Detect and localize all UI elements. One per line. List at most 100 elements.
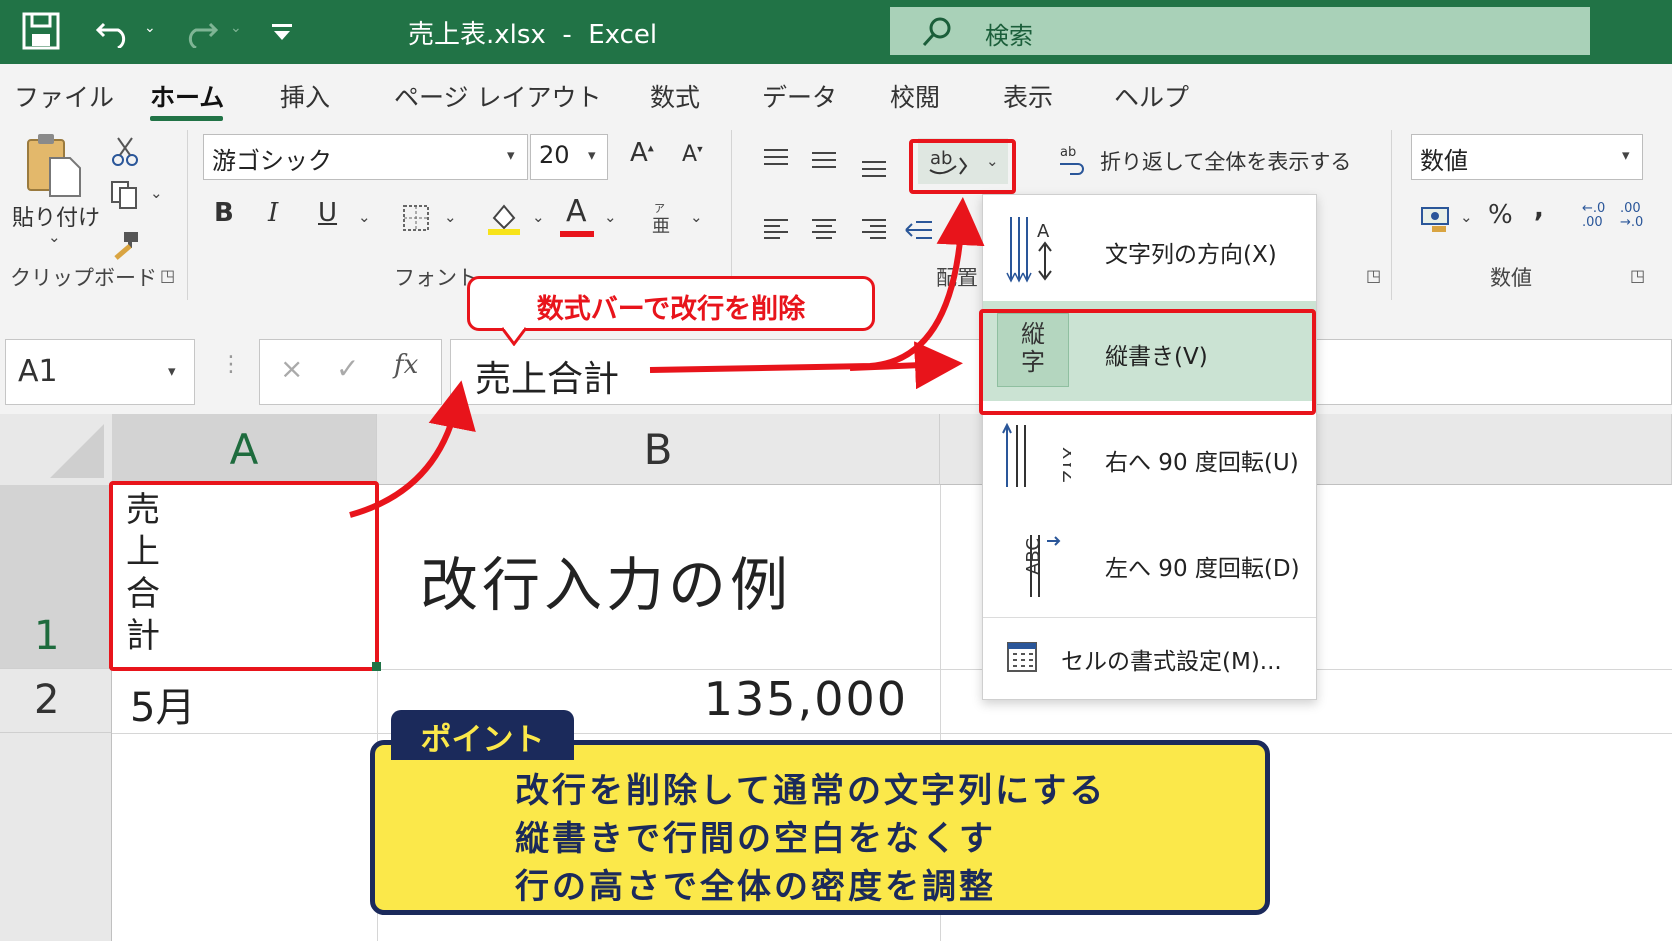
font-size-combo[interactable]: 20 bbox=[530, 134, 608, 180]
fill-color-dropdown-icon[interactable]: ⌄ bbox=[532, 208, 545, 226]
alignment-launcher-icon[interactable]: ◳ bbox=[1366, 266, 1381, 285]
active-tab-indicator bbox=[150, 116, 223, 121]
name-box[interactable]: A1 ▾ bbox=[5, 339, 195, 405]
wrap-text-button[interactable]: 折り返して全体を表示する bbox=[1100, 146, 1351, 176]
borders-icon[interactable] bbox=[402, 204, 430, 232]
bold-button[interactable]: B bbox=[214, 198, 234, 228]
font-color-dropdown-icon[interactable]: ⌄ bbox=[604, 208, 617, 226]
shrink-font-button[interactable]: A▾ bbox=[682, 142, 703, 167]
menu-page-layout[interactable]: ページ レイアウト bbox=[394, 78, 601, 114]
insert-function-icon[interactable]: fx bbox=[394, 350, 418, 380]
accounting-format-icon[interactable] bbox=[1420, 204, 1454, 234]
row-header-1-label: 1 bbox=[34, 613, 60, 659]
cell-a2[interactable]: 5月 bbox=[130, 675, 195, 733]
cancel-icon[interactable]: × bbox=[280, 352, 303, 385]
menu-item-rotate-right[interactable]: XYZ 右へ 90 度回転(U) bbox=[983, 401, 1316, 511]
formula-bar-grip-icon[interactable]: ⋮ bbox=[220, 352, 242, 377]
number-format-combo[interactable]: 数値 bbox=[1411, 134, 1643, 180]
italic-button[interactable]: I bbox=[268, 198, 278, 228]
font-group-label: フォント bbox=[394, 266, 478, 290]
orientation-menu: A 文字列の方向(X) 縦字 縦書き(V) XYZ 右へ 90 度回転(U) A… bbox=[982, 194, 1317, 700]
number-format-dropdown-icon[interactable]: ▾ bbox=[1622, 146, 1630, 164]
clipboard-launcher-icon[interactable]: ◳ bbox=[160, 266, 175, 285]
menu-item-format-cells[interactable]: セルの書式設定(M)... bbox=[983, 618, 1316, 698]
align-center-icon[interactable] bbox=[810, 218, 838, 242]
font-name-dropdown-icon[interactable]: ▾ bbox=[507, 146, 515, 164]
menu-item-label: 左へ 90 度回転(D) bbox=[1105, 556, 1300, 582]
menu-insert[interactable]: 挿入 bbox=[280, 78, 330, 114]
redo-icon[interactable] bbox=[182, 14, 218, 48]
align-left-icon[interactable] bbox=[762, 218, 790, 242]
redo-dropdown-icon[interactable]: ⌄ bbox=[230, 20, 242, 36]
font-name-combo[interactable]: 游ゴシック bbox=[203, 134, 528, 180]
cell-b1[interactable]: 改行入力の例 bbox=[420, 538, 792, 622]
ribbon-separator bbox=[187, 130, 188, 300]
paste-dropdown-icon[interactable]: ⌄ bbox=[48, 228, 61, 246]
phonetic-dropdown-icon[interactable]: ⌄ bbox=[690, 208, 703, 226]
highlight-cell-a1 bbox=[109, 481, 379, 671]
top-align-icon[interactable] bbox=[762, 148, 790, 168]
search-box[interactable]: 検索 bbox=[890, 7, 1590, 55]
menu-home[interactable]: ホーム bbox=[150, 78, 224, 114]
format-painter-icon[interactable] bbox=[112, 230, 142, 260]
enter-icon[interactable]: ✓ bbox=[336, 352, 359, 385]
menu-view[interactable]: 表示 bbox=[1003, 78, 1053, 114]
menu-file[interactable]: ファイル bbox=[14, 78, 114, 114]
menu-item-label: 右へ 90 度回転(U) bbox=[1105, 450, 1299, 476]
customize-toolbar-icon[interactable] bbox=[270, 22, 294, 42]
accounting-dropdown-icon[interactable]: ⌄ bbox=[1460, 208, 1473, 226]
font-color-icon: A bbox=[566, 194, 587, 229]
phonetic-guide-icon[interactable]: ア 亜 bbox=[650, 200, 674, 234]
point-line-2: 縦書きで行間の空白をなくす bbox=[515, 819, 996, 859]
undo-dropdown-icon[interactable]: ⌄ bbox=[144, 20, 156, 36]
underline-button[interactable]: U bbox=[318, 198, 337, 228]
comma-button[interactable]: , bbox=[1534, 194, 1544, 224]
row-header-1[interactable]: 1 bbox=[0, 485, 112, 669]
search-icon bbox=[922, 17, 951, 47]
underline-dropdown-icon[interactable]: ⌄ bbox=[358, 208, 371, 226]
middle-align-icon[interactable] bbox=[810, 150, 838, 170]
row-header-2[interactable]: 2 bbox=[0, 669, 112, 733]
decrease-decimal-button[interactable]: .00 →.0 bbox=[1620, 202, 1648, 230]
save-icon[interactable] bbox=[22, 12, 60, 50]
name-box-dropdown-icon[interactable]: ▾ bbox=[168, 362, 176, 380]
cut-icon[interactable] bbox=[110, 136, 140, 168]
font-size-dropdown-icon[interactable]: ▾ bbox=[588, 146, 596, 164]
undo-icon[interactable] bbox=[96, 14, 132, 48]
increase-decimal-button[interactable]: ←.0 .00 bbox=[1582, 202, 1610, 230]
svg-text:ABC: ABC bbox=[1023, 538, 1044, 575]
number-launcher-icon[interactable]: ◳ bbox=[1630, 266, 1645, 285]
gridline bbox=[112, 733, 1672, 734]
decrease-indent-icon[interactable] bbox=[904, 218, 934, 242]
number-group-label: 数値 bbox=[1490, 266, 1532, 290]
menu-help[interactable]: ヘルプ bbox=[1114, 78, 1189, 114]
grow-font-icon: A bbox=[630, 138, 648, 168]
percent-button[interactable]: % bbox=[1488, 200, 1513, 230]
cell-b2[interactable]: 135,000 bbox=[600, 672, 908, 726]
menu-item-text-direction[interactable]: A 文字列の方向(X) bbox=[983, 195, 1316, 301]
shrink-font-icon: A bbox=[682, 142, 698, 167]
column-header-a[interactable]: A bbox=[112, 414, 377, 485]
borders-dropdown-icon[interactable]: ⌄ bbox=[444, 208, 457, 226]
menu-data[interactable]: データ bbox=[762, 78, 837, 114]
menu-formulas[interactable]: 数式 bbox=[650, 78, 700, 114]
menu-item-rotate-left[interactable]: ABC 左へ 90 度回転(D) bbox=[983, 511, 1316, 617]
fill-handle[interactable] bbox=[372, 662, 381, 671]
copy-dropdown-icon[interactable]: ⌄ bbox=[150, 184, 163, 202]
menu-review[interactable]: 校閲 bbox=[890, 78, 940, 114]
wrap-text-icon[interactable]: ab bbox=[1058, 144, 1086, 176]
rotate-right-icon: XYZ bbox=[1002, 422, 1071, 487]
row-header-2-label: 2 bbox=[34, 677, 60, 723]
align-right-icon[interactable] bbox=[860, 218, 888, 242]
fill-color-icon[interactable] bbox=[486, 200, 522, 236]
alignment-spacer bbox=[912, 262, 913, 263]
bottom-align-icon[interactable] bbox=[860, 158, 888, 178]
row-header-empty bbox=[0, 733, 112, 941]
paste-icon[interactable] bbox=[24, 132, 84, 200]
copy-icon[interactable] bbox=[110, 180, 140, 210]
grow-font-button[interactable]: A▴ bbox=[630, 138, 654, 168]
point-box: 改行を削除して通常の文字列にする 縦書きで行間の空白をなくす 行の高さで全体の密… bbox=[370, 740, 1270, 915]
select-all-corner[interactable] bbox=[0, 414, 112, 485]
column-header-b[interactable]: B bbox=[377, 414, 940, 485]
font-color-button[interactable]: A bbox=[566, 194, 587, 229]
